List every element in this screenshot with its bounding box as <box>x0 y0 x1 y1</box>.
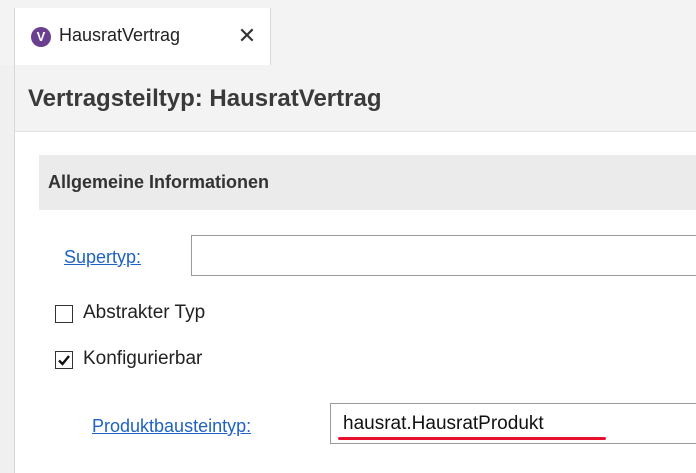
abstract-type-checkbox[interactable] <box>55 305 73 323</box>
supertype-input[interactable] <box>191 235 696 276</box>
section-title: Allgemeine Informationen <box>48 172 270 192</box>
red-highlight-underline <box>338 437 606 440</box>
abstract-type-label: Abstrakter Typ <box>83 302 206 323</box>
configurable-checkbox[interactable] <box>55 351 73 369</box>
close-icon[interactable]: ✕ <box>237 25 257 47</box>
supertype-link[interactable]: Supertyp: <box>64 247 141 268</box>
product-component-type-link[interactable]: Produktbausteintyp: <box>92 416 251 437</box>
product-part-icon: V <box>31 27 51 47</box>
configurable-label: Konfigurierbar <box>83 348 203 369</box>
checkmark-icon <box>58 355 70 366</box>
page-title: Vertragsteiltyp: HausratVertrag <box>28 85 382 112</box>
product-component-type-input[interactable]: hausrat.HausratProdukt <box>330 403 696 444</box>
product-component-type-value: hausrat.HausratProdukt <box>343 413 544 434</box>
editor-area: Vertragsteiltyp: HausratVertrag Allgemei… <box>14 65 696 473</box>
section-header-general-info[interactable]: Allgemeine Informationen <box>39 155 696 210</box>
editor-header: Vertragsteiltyp: HausratVertrag <box>15 65 696 132</box>
tab-hausratvertrag[interactable]: V HausratVertrag ✕ <box>14 8 271 65</box>
editor-tab-bar: V HausratVertrag ✕ <box>0 0 696 65</box>
tab-title: HausratVertrag <box>59 25 181 45</box>
